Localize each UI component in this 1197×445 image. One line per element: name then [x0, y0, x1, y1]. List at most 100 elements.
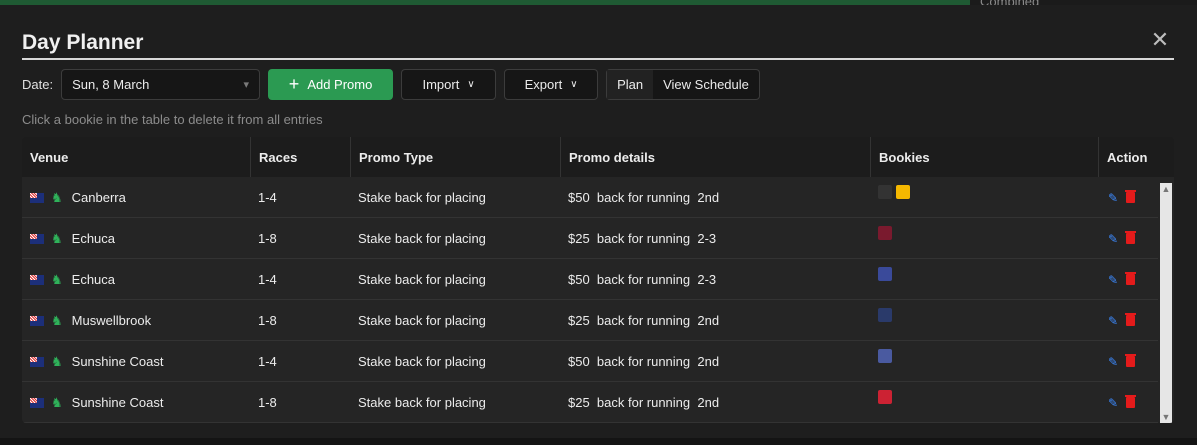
races-cell: 1-8	[258, 313, 277, 328]
bookie-logo-icon[interactable]	[878, 225, 892, 240]
delete-icon[interactable]	[1125, 313, 1137, 326]
promo-details-cell: $50 back for running 2nd	[568, 354, 720, 369]
delete-icon[interactable]	[1125, 395, 1137, 408]
promo-type-cell: Stake back for placing	[358, 231, 486, 246]
promo-table: Venue Races Promo Type Promo details Boo…	[22, 137, 1174, 423]
table-row[interactable]: ♞ Sunshine Coast 1-4 Stake back for plac…	[22, 341, 1158, 382]
australia-flag-icon	[30, 356, 44, 367]
bookie-logo-icon[interactable]	[896, 184, 910, 199]
bookies-cell	[878, 335, 896, 376]
promo-type-cell: Stake back for placing	[358, 313, 486, 328]
background-bottom	[0, 438, 1197, 445]
edit-icon[interactable]: ✎	[1108, 314, 1118, 328]
venue-cell: ♞ Echuca	[30, 259, 250, 300]
races-cell: 1-8	[258, 395, 277, 410]
promo-details-cell: $50 back for running 2nd	[568, 190, 720, 205]
australia-flag-icon	[30, 274, 44, 285]
promo-details-cell: $25 back for running 2-3	[568, 231, 717, 246]
dialog-title: Day Planner	[22, 31, 144, 54]
header-promo-type[interactable]: Promo Type	[350, 137, 560, 177]
action-cell: ✎	[1108, 341, 1137, 382]
scroll-down-icon[interactable]: ▼	[1160, 411, 1172, 423]
delete-icon[interactable]	[1125, 190, 1137, 203]
table-row[interactable]: ♞ Canberra 1-4 Stake back for placing $5…	[22, 177, 1158, 218]
promo-type-cell: Stake back for placing	[358, 395, 486, 410]
scroll-up-icon[interactable]: ▲	[1160, 183, 1172, 195]
add-promo-button[interactable]: + Add Promo	[268, 68, 394, 100]
export-button[interactable]: Export ∨	[504, 68, 599, 100]
table-row[interactable]: ♞ Echuca 1-4 Stake back for placing $50 …	[22, 259, 1158, 300]
bookies-cell	[878, 171, 914, 212]
import-label: Import	[422, 76, 460, 92]
bookie-logo-icon[interactable]	[878, 266, 892, 281]
edit-icon[interactable]: ✎	[1108, 355, 1118, 369]
horse-icon: ♞	[51, 271, 63, 287]
view-toggle: Plan View Schedule	[606, 68, 760, 100]
action-cell: ✎	[1108, 300, 1137, 341]
delete-icon[interactable]	[1125, 231, 1137, 244]
bookie-logo-icon[interactable]	[878, 389, 892, 404]
races-cell: 1-4	[258, 190, 277, 205]
title-divider	[22, 58, 1174, 60]
plus-icon: +	[288, 74, 300, 94]
table-scrollbar[interactable]: ▲ ▼	[1160, 183, 1172, 423]
chevron-down-icon: ▾	[243, 78, 250, 91]
horse-icon: ♞	[51, 353, 63, 369]
australia-flag-icon	[30, 397, 44, 408]
delete-icon[interactable]	[1125, 272, 1137, 285]
venue-name: Echuca	[71, 272, 116, 287]
day-planner-dialog: Day Planner ✕ Date: Sun, 8 March ▾ + Add…	[0, 5, 1197, 445]
venue-cell: ♞ Sunshine Coast	[30, 341, 250, 382]
chevron-down-icon: ∨	[570, 78, 578, 90]
promo-details-cell: $25 back for running 2nd	[568, 313, 720, 328]
bookies-cell	[878, 294, 896, 335]
promo-details-cell: $25 back for running 2nd	[568, 395, 720, 410]
table-row[interactable]: ♞ Muswellbrook 1-8 Stake back for placin…	[22, 300, 1158, 341]
close-icon[interactable]: ✕	[1150, 29, 1170, 51]
promo-type-cell: Stake back for placing	[358, 190, 486, 205]
header-races[interactable]: Races	[250, 137, 350, 177]
promo-details-cell: $50 back for running 2-3	[568, 272, 717, 287]
import-button[interactable]: Import ∨	[401, 68, 497, 100]
tab-view-schedule[interactable]: View Schedule	[653, 70, 759, 99]
venue-cell: ♞ Echuca	[30, 218, 250, 259]
header-venue[interactable]: Venue	[22, 137, 250, 177]
australia-flag-icon	[30, 233, 44, 244]
chevron-down-icon: ∨	[467, 78, 475, 90]
venue-name: Canberra	[71, 190, 126, 205]
date-value: Sun, 8 March	[72, 76, 150, 92]
horse-icon: ♞	[51, 230, 63, 246]
venue-name: Muswellbrook	[71, 313, 152, 328]
tab-plan[interactable]: Plan	[607, 69, 654, 99]
table-row[interactable]: ♞ Echuca 1-8 Stake back for placing $25 …	[22, 218, 1158, 259]
venue-name: Sunshine Coast	[71, 354, 164, 369]
australia-flag-icon	[30, 315, 44, 326]
races-cell: 1-4	[258, 272, 277, 287]
bookie-logo-icon[interactable]	[878, 307, 892, 322]
bookies-cell	[878, 376, 896, 417]
date-select[interactable]: Sun, 8 March ▾	[61, 68, 261, 100]
venue-cell: ♞ Muswellbrook	[30, 300, 250, 341]
delete-icon[interactable]	[1125, 354, 1137, 367]
venue-name: Sunshine Coast	[71, 395, 164, 410]
edit-icon[interactable]: ✎	[1108, 273, 1118, 287]
header-promo-details[interactable]: Promo details	[560, 137, 870, 177]
helper-text: Click a bookie in the table to delete it…	[22, 112, 323, 127]
bookie-logo-icon[interactable]	[878, 184, 892, 199]
action-cell: ✎	[1108, 218, 1137, 259]
edit-icon[interactable]: ✎	[1108, 191, 1118, 205]
toolbar: Date: Sun, 8 March ▾ + Add Promo Import …	[22, 68, 760, 100]
promo-type-cell: Stake back for placing	[358, 272, 486, 287]
table-row[interactable]: ♞ Sunshine Coast 1-8 Stake back for plac…	[22, 382, 1158, 423]
header-action[interactable]: Action	[1098, 137, 1174, 177]
horse-icon: ♞	[51, 312, 63, 328]
venue-cell: ♞ Canberra	[30, 177, 250, 218]
date-label: Date:	[22, 76, 54, 92]
edit-icon[interactable]: ✎	[1108, 396, 1118, 410]
races-cell: 1-4	[258, 354, 277, 369]
bookie-logo-icon[interactable]	[878, 348, 892, 363]
edit-icon[interactable]: ✎	[1108, 232, 1118, 246]
australia-flag-icon	[30, 192, 44, 203]
venue-name: Echuca	[71, 231, 116, 246]
promo-type-cell: Stake back for placing	[358, 354, 486, 369]
